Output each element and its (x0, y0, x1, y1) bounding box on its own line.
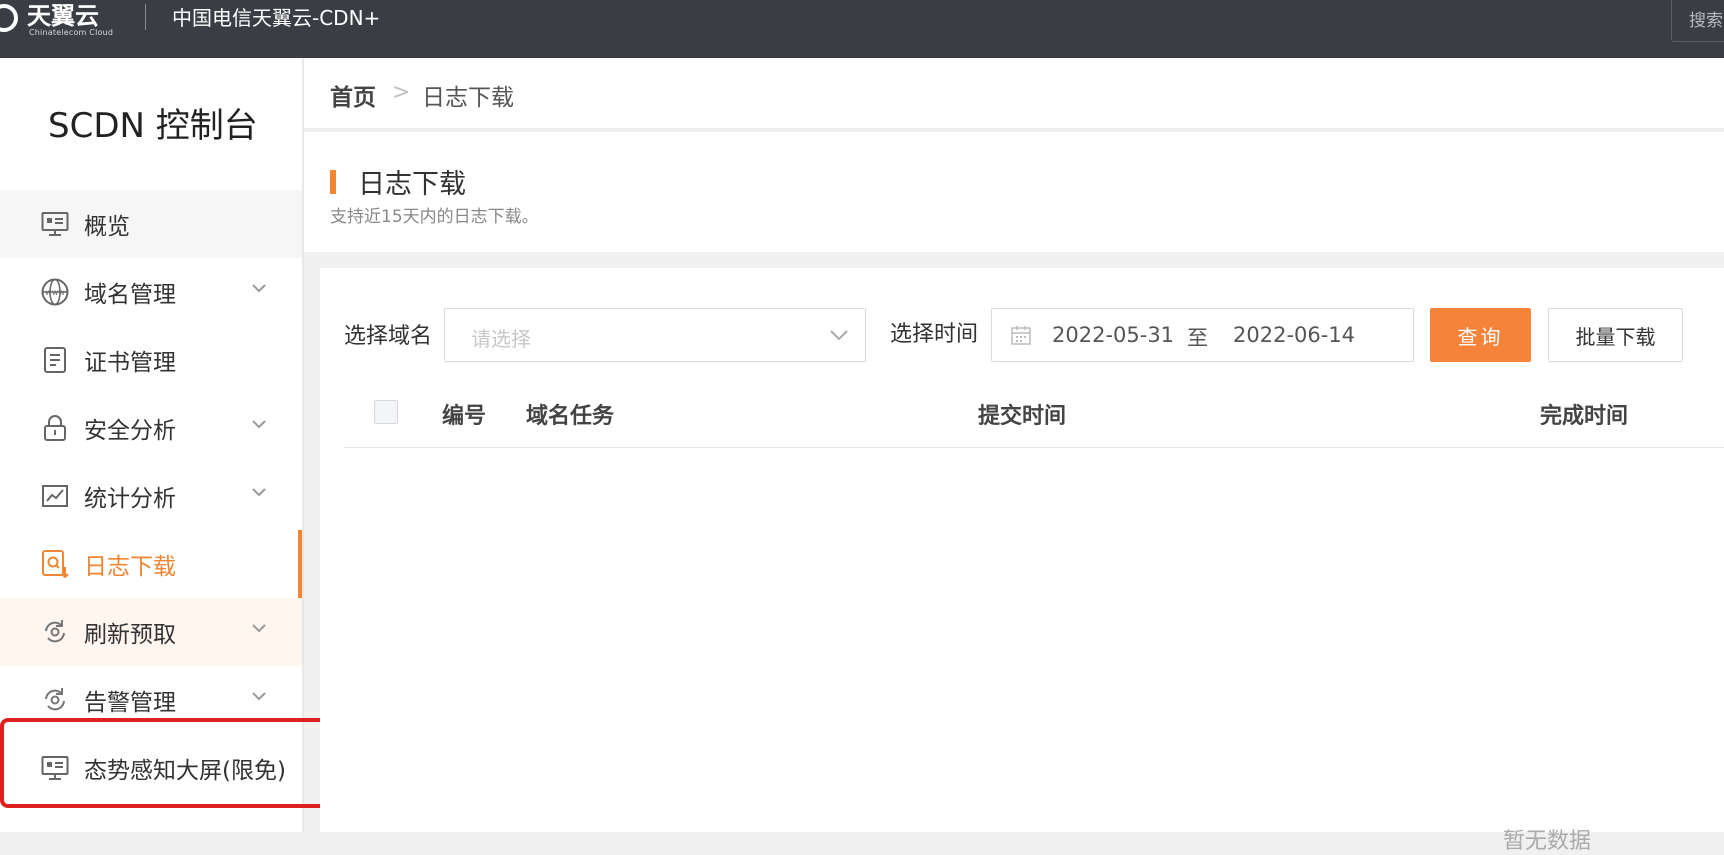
start-date-input[interactable]: 2022-05-31 (1052, 323, 1174, 347)
lock-icon (40, 413, 70, 443)
domain-select-label: 选择域名 (344, 324, 433, 349)
log-download-icon (40, 549, 70, 579)
query-button[interactable]: 查询 (1430, 308, 1531, 362)
batch-download-button[interactable]: 批量下载 (1548, 308, 1683, 362)
page-title: 日志下载 (358, 169, 466, 200)
date-range-picker[interactable]: 2022-05-31 至 2022-06-14 (991, 308, 1414, 362)
breadcrumb-separator: > (392, 80, 411, 105)
www-globe-icon: www (40, 277, 70, 307)
sidebar: SCDN 控制台 概览 www 域名管理 证书管理 安全分析 统计分析 日志下载… (0, 58, 304, 832)
page-header: 日志下载 支持近15天内的日志下载。 (304, 132, 1724, 252)
sidebar-item-label: 日志下载 (84, 554, 176, 580)
breadcrumb-home-link[interactable]: 首页 (330, 78, 376, 112)
logo-text: 天翼云 (27, 2, 99, 30)
title-accent-bar (330, 170, 336, 194)
time-select-label: 选择时间 (890, 322, 979, 347)
select-all-checkbox[interactable] (374, 400, 398, 424)
empty-table-message: 暂无数据 (1503, 829, 1592, 854)
sidebar-item-label: 告警管理 (84, 690, 176, 716)
column-header-number: 编号 (442, 404, 487, 429)
log-download-panel: 选择域名 请选择 选择时间 2022-05-31 至 2022-06-14 查询… (320, 268, 1724, 854)
chevron-down-icon (252, 284, 266, 293)
sidebar-item-certificate-management[interactable]: 证书管理 (0, 326, 302, 394)
sidebar-item-label: 安全分析 (84, 418, 176, 444)
column-header-domain-task: 域名任务 (526, 404, 615, 429)
cloud-logo-icon (0, 4, 18, 32)
chevron-down-icon (252, 488, 266, 497)
page-description: 支持近15天内的日志下载。 (330, 207, 539, 227)
top-search-box[interactable]: 搜索 (1671, 0, 1724, 42)
sidebar-item-overview[interactable]: 概览 (0, 190, 302, 258)
date-range-separator: 至 (1187, 326, 1208, 350)
chevron-down-icon (252, 692, 266, 701)
breadcrumb: 首页 > 日志下载 (304, 58, 1724, 130)
sidebar-item-security-analysis[interactable]: 安全分析 (0, 394, 302, 462)
sidebar-item-log-download[interactable]: 日志下载 (0, 530, 302, 598)
breadcrumb-current: 日志下载 (422, 85, 514, 111)
refresh-icon (40, 617, 70, 647)
sidebar-item-label: 概览 (84, 214, 130, 240)
sidebar-item-label: 刷新预取 (84, 622, 176, 648)
chevron-down-icon (830, 330, 848, 341)
table-header: 编号 域名任务 提交时间 完成时间 (344, 376, 1724, 448)
top-navigation-bar: 天翼云 Chinatelecom Cloud 中国电信天翼云-CDN+ 搜索 (0, 0, 1724, 58)
chart-icon (40, 481, 70, 511)
topbar-divider (145, 4, 146, 30)
sidebar-item-domain-management[interactable]: www 域名管理 (0, 258, 302, 326)
alarm-icon (40, 685, 70, 715)
domain-select-placeholder: 请选择 (471, 327, 531, 351)
end-date-input[interactable]: 2022-06-14 (1233, 323, 1355, 347)
chevron-down-icon (252, 420, 266, 429)
sidebar-item-label: 域名管理 (84, 282, 176, 308)
sidebar-menu: 概览 www 域名管理 证书管理 安全分析 统计分析 日志下载 刷新预取 告警管… (0, 190, 302, 802)
overview-icon (40, 209, 70, 239)
column-header-submit-time: 提交时间 (978, 404, 1067, 429)
tianyi-cloud-logo[interactable]: 天翼云 Chinatelecom Cloud (0, 0, 120, 40)
calendar-icon (1011, 326, 1031, 345)
sidebar-item-label: 证书管理 (84, 350, 176, 376)
product-title[interactable]: 中国电信天翼云-CDN+ (172, 2, 380, 31)
chevron-down-icon (252, 624, 266, 633)
domain-select[interactable]: 请选择 (444, 308, 866, 362)
svg-text:www: www (45, 288, 65, 297)
logo-subtitle: Chinatelecom Cloud (29, 28, 114, 37)
console-title: SCDN 控制台 (48, 106, 258, 146)
column-header-finish-time: 完成时间 (1540, 404, 1629, 429)
sidebar-item-label: 统计分析 (84, 486, 176, 512)
certificate-icon (40, 345, 70, 375)
sidebar-item-refresh-prefetch[interactable]: 刷新预取 (0, 598, 302, 666)
sidebar-item-statistics-analysis[interactable]: 统计分析 (0, 462, 302, 530)
